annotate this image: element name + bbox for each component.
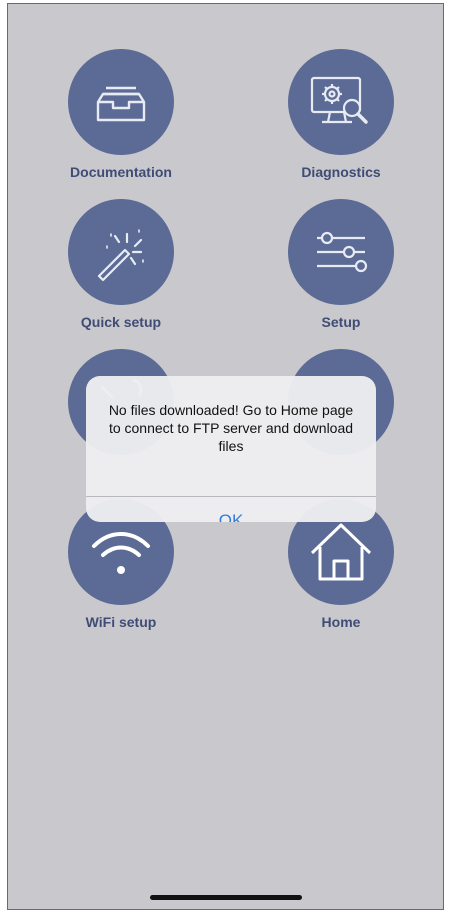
tile-label: Quick setup (80, 314, 162, 330)
app-screen: Documentation Diagnostics Quick setup Se… (7, 3, 444, 910)
home-indicator[interactable] (150, 895, 302, 900)
ok-button[interactable]: OK (86, 497, 376, 522)
tile-label: Documentation (70, 164, 172, 180)
tile-setup[interactable]: Setup (256, 199, 426, 330)
alert-dialog: No files downloaded! Go to Home page to … (86, 376, 376, 522)
tile-label: Diagnostics (301, 164, 381, 180)
tile-label: Setup (321, 314, 361, 330)
magic-wand-icon (68, 199, 174, 305)
tile-label: WiFi setup (85, 614, 157, 630)
alert-message: No files downloaded! Go to Home page to … (108, 402, 354, 454)
tile-diagnostics[interactable]: Diagnostics (256, 49, 426, 180)
monitor-gear-search-icon (288, 49, 394, 155)
tile-label: Home (321, 614, 361, 630)
sliders-icon (288, 199, 394, 305)
tile-quick-setup[interactable]: Quick setup (36, 199, 206, 330)
archive-tray-icon (68, 49, 174, 155)
tile-documentation[interactable]: Documentation (36, 49, 206, 180)
